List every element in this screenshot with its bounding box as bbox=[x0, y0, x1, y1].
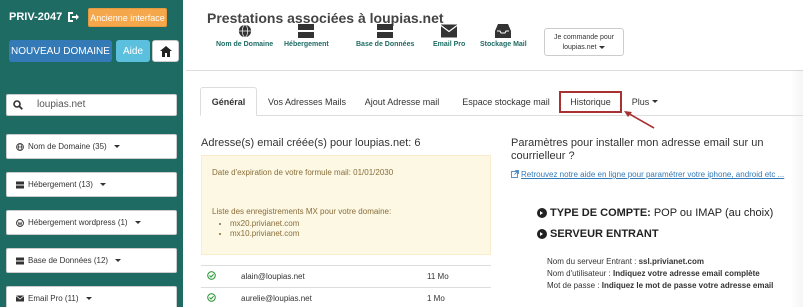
database-icon bbox=[377, 24, 394, 38]
topnav-email-pro[interactable]: Email Pro bbox=[433, 24, 465, 48]
incoming-server-details: Nom du serveur Entrant : ssl.privianet.c… bbox=[547, 256, 792, 292]
external-link-icon bbox=[511, 170, 519, 178]
topnav-label: Email Pro bbox=[433, 41, 466, 48]
home-icon bbox=[159, 45, 172, 57]
online-help-link[interactable]: Retrouvez notre aide en ligne pour param… bbox=[511, 169, 796, 180]
topnav-label: Hébergement bbox=[284, 41, 329, 48]
server-icon bbox=[298, 24, 315, 38]
mx-records-title: Liste des enregistrements MX pour votre … bbox=[212, 207, 392, 216]
email-size: 1 Mo bbox=[427, 294, 445, 303]
account-id: PRIV-2047 bbox=[9, 11, 63, 23]
email-size: 11 Mo bbox=[427, 272, 449, 281]
menu-domain-names[interactable]: Nom de Domaine (35) bbox=[6, 134, 177, 159]
incoming-server-label: SERVEUR ENTRANT bbox=[550, 228, 659, 240]
account-type-row: TYPE DE COMPTE: POP ou IMAP (au choix) bbox=[537, 207, 773, 219]
menu-email-pro[interactable]: Email Pro (11) bbox=[6, 286, 177, 307]
topnav-mail-storage[interactable]: Stockage Mail bbox=[480, 24, 527, 48]
tab-bar: Général Vos Adresses Mails Ajout Adresse… bbox=[200, 87, 803, 116]
mx-record: mx10.privianet.com bbox=[230, 229, 299, 239]
account-type-value: POP ou IMAP (au choix) bbox=[653, 207, 774, 219]
database-icon bbox=[16, 257, 24, 264]
username-value: Indiquez votre adresse email complète bbox=[613, 269, 760, 278]
sidebar: PRIV-2047 Ancienne interface NOUVEAU DOM… bbox=[0, 0, 183, 307]
chevron-down-icon bbox=[85, 297, 92, 300]
check-circle-icon bbox=[207, 293, 216, 302]
order-domain: loupias.net bbox=[562, 44, 597, 51]
annotation-arrow-icon bbox=[624, 111, 655, 129]
inbox-icon bbox=[495, 24, 512, 38]
password-value: Indiquez le mot de passe votre adresse e… bbox=[601, 281, 774, 290]
chevron-down-icon bbox=[99, 183, 106, 186]
envelope-icon bbox=[16, 295, 24, 302]
envelope-icon bbox=[441, 24, 458, 38]
table-row[interactable]: aurelie@loupias.net 1 Mo bbox=[201, 287, 491, 307]
chevron-down-icon bbox=[134, 221, 141, 224]
menu-label: Hébergement wordpress (1) bbox=[28, 218, 128, 227]
menu-label: Nom de Domaine (35) bbox=[28, 142, 107, 151]
order-for-domain-dropdown[interactable]: Je commande pour loupias.net bbox=[544, 28, 624, 56]
tab-mail-storage[interactable]: Espace stockage mail bbox=[454, 87, 558, 116]
globe-icon bbox=[238, 24, 251, 38]
email-address: aurelie@loupias.net bbox=[241, 294, 312, 303]
menu-hosting[interactable]: Hébergement (13) bbox=[6, 172, 177, 197]
mail-info-box: Date d'expiration de votre formule mail:… bbox=[201, 155, 491, 255]
order-line1: Je commande pour bbox=[554, 34, 614, 41]
server-icon bbox=[16, 181, 24, 188]
topnav-label: Stockage Mail bbox=[480, 41, 527, 48]
online-help-link-text: Retrouvez notre aide en ligne pour param… bbox=[521, 170, 785, 179]
mx-record: mx20.privianet.com bbox=[230, 219, 299, 229]
help-button[interactable]: Aide bbox=[116, 40, 150, 62]
username-label: Nom d'utilisateur : bbox=[547, 269, 611, 278]
globe-icon bbox=[16, 142, 24, 151]
chevron-down-icon bbox=[599, 46, 606, 49]
circle-arrow-right-icon bbox=[537, 229, 547, 239]
chevron-down-icon bbox=[115, 259, 122, 262]
tab-label: Espace stockage mail bbox=[462, 96, 550, 107]
home-button[interactable] bbox=[152, 40, 179, 62]
check-circle-icon bbox=[207, 271, 216, 280]
incoming-server-row: SERVEUR ENTRANT bbox=[537, 228, 659, 240]
domain-search-input[interactable]: loupias.net bbox=[6, 94, 177, 116]
topnav-label: Nom de Domaine bbox=[216, 41, 274, 48]
password-label: Mot de passe : bbox=[547, 281, 600, 290]
topnav-databases[interactable]: Base de Données bbox=[356, 24, 414, 48]
tab-add-mail-address[interactable]: Ajout Adresse mail bbox=[356, 87, 448, 116]
table-row[interactable]: alain@loupias.net 11 Mo bbox=[201, 265, 491, 285]
server-name-value: ssl.privianet.com bbox=[638, 257, 704, 266]
tab-general[interactable]: Général bbox=[200, 87, 257, 116]
new-domain-button[interactable]: NOUVEAU DOMAINE bbox=[9, 40, 112, 62]
menu-wordpress-hosting[interactable]: Hébergement wordpress (1) bbox=[6, 210, 177, 235]
email-address: alain@loupias.net bbox=[241, 272, 305, 281]
expiry-date-text: Date d'expiration de votre formule mail:… bbox=[212, 168, 394, 177]
tab-label: Ajout Adresse mail bbox=[364, 96, 440, 107]
tab-your-mail-addresses[interactable]: Vos Adresses Mails bbox=[258, 87, 356, 116]
search-value: loupias.net bbox=[37, 99, 86, 110]
tab-label: Général bbox=[211, 96, 246, 107]
server-name-label: Nom du serveur Entrant : bbox=[547, 257, 637, 266]
mx-records-list: mx20.privianet.com mx10.privianet.com bbox=[230, 219, 299, 239]
topnav-hosting[interactable]: Hébergement bbox=[284, 24, 329, 48]
search-icon bbox=[13, 100, 23, 110]
history-tab-highlight bbox=[559, 91, 622, 113]
topnav-label: Base de Données bbox=[356, 41, 415, 48]
menu-databases[interactable]: Base de Données (12) bbox=[6, 248, 177, 273]
circle-arrow-right-icon bbox=[537, 208, 547, 218]
chevron-down-icon bbox=[652, 100, 659, 103]
email-count-heading: Adresse(s) email créée(s) pour loupias.n… bbox=[201, 137, 421, 149]
account-type-label: TYPE DE COMPTE: bbox=[550, 207, 651, 219]
menu-label: Base de Données (12) bbox=[28, 256, 109, 265]
chevron-down-icon bbox=[113, 145, 120, 148]
menu-label: Hébergement (13) bbox=[28, 180, 93, 189]
logout-icon[interactable] bbox=[66, 10, 80, 24]
tab-label: Plus bbox=[631, 96, 650, 107]
settings-heading: Paramètres pour installer mon adresse em… bbox=[511, 137, 764, 162]
legacy-interface-button[interactable]: Ancienne interface bbox=[88, 8, 167, 27]
wordpress-icon bbox=[16, 218, 24, 227]
topnav-domain-names[interactable]: Nom de Domaine bbox=[216, 24, 273, 48]
tab-label: Vos Adresses Mails bbox=[267, 96, 347, 107]
menu-label: Email Pro (11) bbox=[28, 294, 79, 303]
